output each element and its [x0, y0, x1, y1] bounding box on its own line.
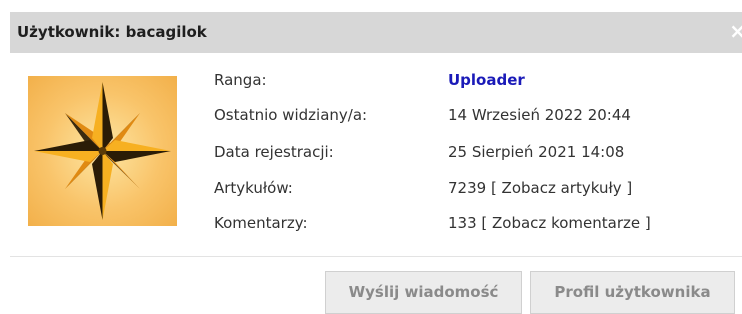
compass-star-icon — [34, 82, 171, 220]
user-dialog: Użytkownik: bacagilok × Ranga: Uploader … — [0, 0, 742, 314]
registration-date-label: Data rejestracji: — [214, 143, 334, 161]
avatar — [28, 76, 177, 226]
dialog-title: Użytkownik: bacagilok — [17, 23, 207, 41]
divider — [10, 256, 742, 257]
articles-value-link[interactable]: 7239 [ Zobacz artykuły ] — [448, 179, 632, 197]
rank-value: Uploader — [448, 71, 525, 89]
send-message-button[interactable]: Wyślij wiadomość — [325, 271, 522, 314]
last-seen-label: Ostatnio widziany/a: — [214, 106, 368, 124]
registration-date-value: 25 Sierpień 2021 14:08 — [448, 143, 625, 161]
last-seen-value: 14 Wrzesień 2022 20:44 — [448, 106, 631, 124]
dialog-header: Użytkownik: bacagilok × — [10, 12, 742, 53]
comments-label: Komentarzy: — [214, 214, 308, 232]
close-icon[interactable]: × — [729, 21, 742, 41]
user-profile-button[interactable]: Profil użytkownika — [530, 271, 735, 314]
rank-label: Ranga: — [214, 71, 267, 89]
comments-value-link[interactable]: 133 [ Zobacz komentarze ] — [448, 214, 651, 232]
articles-label: Artykułów: — [214, 179, 293, 197]
